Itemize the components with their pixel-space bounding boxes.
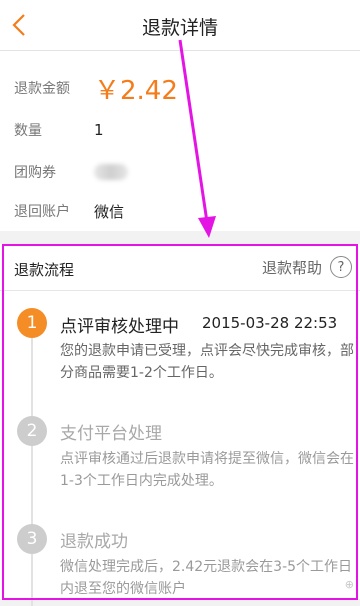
amount-value: ￥2.42 bbox=[94, 75, 178, 106]
step-number: 1 bbox=[17, 308, 47, 338]
refund-flow-header: 退款流程 退款帮助 ? bbox=[0, 244, 360, 291]
step-description: 您的退款申请已受理，点评会尽快完成审核，部分商品需要1-2个工作日。 bbox=[60, 343, 354, 381]
refund-help-link[interactable]: 退款帮助 ? bbox=[262, 256, 352, 278]
step-number: 2 bbox=[17, 416, 47, 446]
header-bar: 退款详情 bbox=[0, 0, 360, 51]
account-row: 退回账户 微信 bbox=[14, 196, 124, 226]
page-title: 退款详情 bbox=[141, 17, 218, 39]
flow-title: 退款流程 bbox=[14, 261, 75, 279]
step-description: 微信处理完成后，2.42元退款会在3-5个工作日内退至您的微信账户 bbox=[60, 559, 353, 597]
account-value: 微信 bbox=[94, 202, 125, 221]
coupon-row: 团购券 bbox=[14, 157, 128, 187]
amount-label: 退款金额 bbox=[14, 81, 70, 97]
step-description: 点评审核通过后退款申请将提至微信，微信会在1-3个工作日内完成处理。 bbox=[60, 451, 354, 489]
step-title: 点评审核处理中 bbox=[60, 317, 179, 337]
refund-flow-panel: 退款流程 退款帮助 ? 1 点评审核处理中 2015-03-28 22:53 您… bbox=[0, 244, 360, 606]
timeline-line bbox=[31, 316, 33, 606]
quantity-value: 1 bbox=[94, 121, 104, 139]
refund-help-label: 退款帮助 bbox=[261, 258, 322, 277]
coupon-label: 团购券 bbox=[14, 165, 56, 181]
amount-row: 退款金额 ￥2.42 bbox=[14, 73, 178, 106]
step-title: 支付平台处理 bbox=[60, 424, 162, 444]
step-time: 2015-03-28 22:53 bbox=[202, 314, 338, 332]
step-title: 退款成功 bbox=[60, 532, 128, 552]
refund-info-panel: 退款金额 ￥2.42 数量 1 团购券 退回账户 微信 bbox=[0, 51, 360, 231]
quantity-label: 数量 bbox=[14, 123, 42, 139]
watermark: ⊕ bbox=[344, 578, 354, 591]
question-circle-icon: ? bbox=[330, 256, 352, 278]
account-label: 退回账户 bbox=[14, 204, 70, 220]
quantity-row: 数量 1 bbox=[14, 115, 104, 145]
coupon-value-blurred bbox=[94, 164, 128, 180]
step-number: 3 bbox=[17, 524, 47, 554]
